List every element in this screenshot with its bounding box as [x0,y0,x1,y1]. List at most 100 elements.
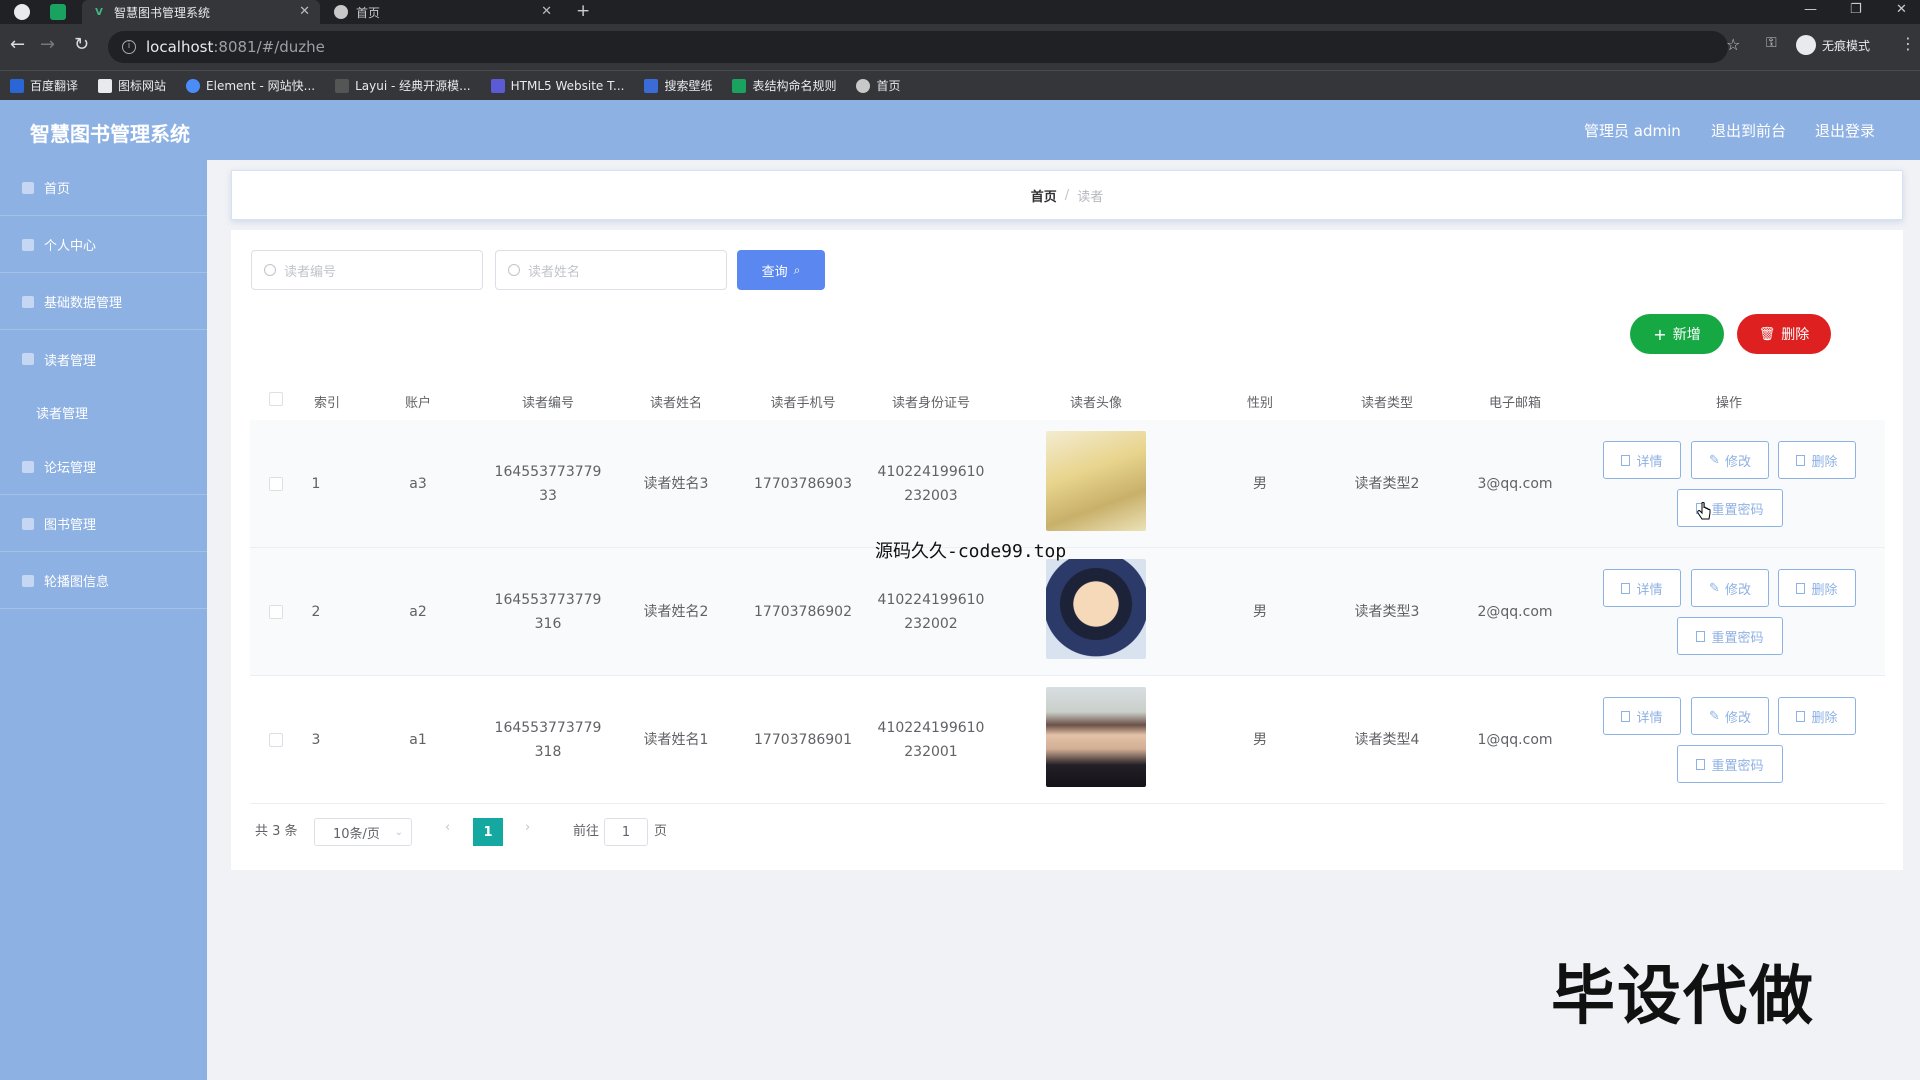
search-icon: ⌕ [793,262,801,277]
sidebar-item-books[interactable]: 图书管理 [0,496,207,552]
query-button[interactable]: 查询 ⌕ [737,250,825,290]
cell-reader-type: 读者类型2 [1354,476,1420,492]
book-icon [22,517,34,530]
cell-id-number: 410224199610 [877,720,985,736]
reset-password-button[interactable]: 重置密码 [1677,617,1783,655]
browser-tabbar: V 智慧图书管理系统 ✕ 首页 ✕ + — ❐ ✕ [0,0,1920,24]
goto-page-input[interactable]: 1 [604,818,648,846]
edit-button[interactable]: ✎ 修改 [1691,569,1769,607]
row-checkbox[interactable] [269,605,283,619]
col-header-avatar: 读者头像 [1069,396,1123,411]
url-host: localhost [146,38,214,56]
page-number-current[interactable]: 1 [473,818,503,846]
bookmark-star-icon[interactable]: ☆ [1726,35,1740,54]
prev-page-icon[interactable]: ‹ [445,820,450,835]
bookmark-item[interactable]: Element - 网站快... [186,77,315,94]
tab-title: 智慧图书管理系统 [114,5,211,20]
restore-icon[interactable]: ❐ [1850,2,1862,17]
cell-reader-no: 318 [534,744,562,760]
new-tab-icon[interactable]: + [576,1,590,21]
trash-icon [1796,454,1806,466]
sidebar-subitem-reader-management[interactable]: 读者管理 [0,388,207,436]
select-all-checkbox[interactable] [269,392,283,406]
document-icon [1621,582,1631,594]
bookmark-item[interactable]: 图标网站 [98,77,166,94]
incognito-indicator[interactable]: 无痕模式 [1796,35,1870,55]
sidebar-item-home[interactable]: 首页 [0,160,207,216]
breadcrumb-home[interactable]: 首页 [1031,186,1057,205]
incognito-icon [1796,35,1816,55]
bookmark-item[interactable]: 搜索壁纸 [644,77,712,94]
bookmark-item[interactable]: Layui - 经典开源模... [335,77,471,94]
sidebar: 首页 个人中心 基础数据管理 读者管理 读者管理 论坛管理 图书管理 轮播图信息 [0,160,207,1080]
add-button[interactable]: + 新增 [1630,314,1724,354]
sidebar-item-reader-management[interactable]: 读者管理 [0,331,207,387]
bookmark-item[interactable]: HTML5 Website T... [490,78,624,93]
minimize-icon[interactable]: — [1804,2,1817,17]
row-checkbox[interactable] [269,477,283,491]
cell-gender: 男 [1253,604,1267,620]
cell-phone: 17703786902 [754,604,852,620]
forward-icon[interactable]: → [40,34,55,55]
pinned-tab-icon[interactable] [14,4,30,20]
reset-password-button[interactable]: 重置密码 [1677,489,1783,527]
sidebar-item-carousel[interactable]: 轮播图信息 [0,553,207,609]
reader-name-search-input[interactable]: 读者姓名 [495,250,727,290]
incognito-label: 无痕模式 [1822,38,1871,53]
cell-account: a3 [409,476,427,492]
browser-menu-icon[interactable]: ⋮ [1900,34,1916,53]
sidebar-item-basic-data[interactable]: 基础数据管理 [0,274,207,330]
delete-button[interactable]: 删除 [1778,441,1856,479]
window-close-icon[interactable]: ✕ [1896,2,1907,17]
cell-reader-name: 读者姓名1 [643,732,709,748]
tab-inactive[interactable]: 首页 ✕ [326,0,562,24]
detail-button[interactable]: 详情 [1603,697,1681,735]
edit-button[interactable]: ✎ 修改 [1691,697,1769,735]
cell-id-number: 232003 [904,488,958,504]
bookmark-item[interactable]: 百度翻译 [10,77,78,94]
logout-link[interactable]: 退出登录 [1815,120,1875,141]
cell-reader-no: 164553773779 [494,464,602,480]
page-size-select[interactable]: 10条/页 ⌄ [314,818,412,846]
next-page-icon[interactable]: › [525,820,530,835]
url-input[interactable]: i localhost:8081/#/duzhe [108,31,1728,63]
reader-avatar [1046,687,1146,787]
batch-delete-button[interactable]: 🗑 删除 [1737,314,1831,354]
edit-button[interactable]: ✎ 修改 [1691,441,1769,479]
pinned-tab-icon[interactable] [50,4,66,20]
delete-button[interactable]: 删除 [1778,697,1856,735]
key-icon[interactable]: ⚿ [1766,35,1777,51]
close-icon[interactable]: ✕ [299,4,310,19]
reset-password-button[interactable]: 重置密码 [1677,745,1783,783]
user-icon [22,238,34,251]
reload-icon[interactable]: ↻ [74,34,89,55]
back-to-frontend-link[interactable]: 退出到前台 [1711,120,1786,141]
delete-button[interactable]: 删除 [1778,569,1856,607]
row-checkbox[interactable] [269,733,283,747]
close-icon[interactable]: ✕ [541,4,552,19]
reader-no-search-input[interactable]: 读者编号 [251,250,483,290]
detail-button[interactable]: 详情 [1603,441,1681,479]
page-suffix: 页 [654,824,668,839]
bookmark-icon [186,78,201,93]
search-icon [264,264,276,276]
col-header-account: 账户 [404,396,432,411]
tab-active[interactable]: V 智慧图书管理系统 ✕ [82,0,320,24]
bookmark-icon [335,78,350,93]
bookmark-item[interactable]: 表结构命名规则 [732,77,836,94]
sidebar-item-profile[interactable]: 个人中心 [0,217,207,273]
bookmark-icon [732,78,747,93]
back-icon[interactable]: ← [10,34,25,55]
detail-button[interactable]: 详情 [1603,569,1681,607]
cell-reader-name: 读者姓名3 [643,476,709,492]
col-header-reader-name: 读者姓名 [649,396,703,411]
cell-index: 1 [311,476,321,492]
info-icon[interactable]: i [122,40,136,54]
cell-email: 1@qq.com [1477,732,1553,748]
sidebar-item-forum[interactable]: 论坛管理 [0,439,207,495]
grid-icon [22,295,34,308]
bookmark-item[interactable]: 首页 [856,77,901,94]
app-header: 智慧图书管理系统 管理员 admin 退出到前台 退出登录 [0,100,1920,160]
pin-icon [22,353,34,365]
document-icon [1621,710,1631,722]
